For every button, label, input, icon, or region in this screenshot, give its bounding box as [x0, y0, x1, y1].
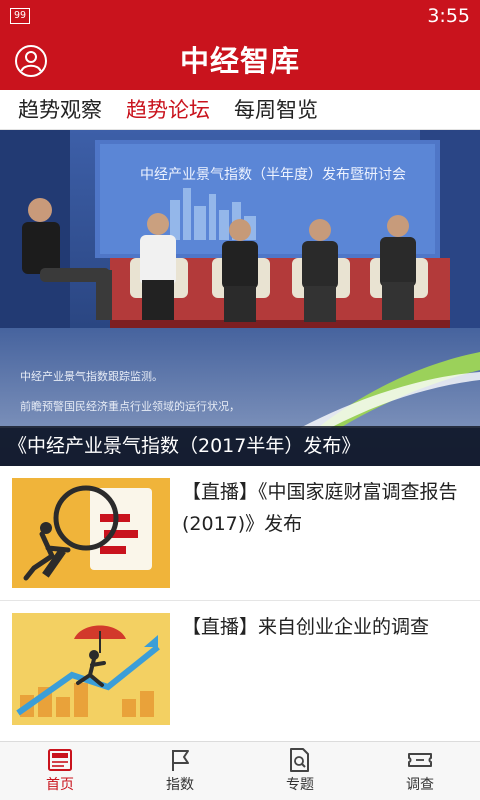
article-title: 【直播】《中国家庭财富调查报告(2017)》发布: [182, 481, 458, 535]
hero-banner[interactable]: 中经产业景气指数（半年度）发布暨研讨会 中经产业景气指数跟踪监测。 前瞻预警国民…: [0, 130, 480, 466]
nav-item-survey[interactable]: 调查: [360, 742, 480, 800]
nav-label: 首页: [46, 777, 74, 793]
nav-label: 专题: [286, 777, 314, 793]
nav-item-home[interactable]: 首页: [0, 742, 120, 800]
hero-caption: 《中经产业景气指数（2017半年）发布》: [0, 426, 480, 466]
app-title: 中经智库: [179, 44, 300, 78]
status-time: 3:55: [427, 5, 470, 27]
bottom-nav: 首页 指数 专题 调查: [0, 741, 480, 800]
app-header: 中经智库: [0, 32, 480, 90]
tab-bar: 趋势观察 趋势论坛 每周智览: [0, 90, 480, 130]
nav-label: 调查: [406, 777, 434, 793]
article-item-startup-survey[interactable]: 【直播】来自创业企业的调查: [0, 601, 480, 741]
hero-subtext-line2: 前瞻预警国民经济重点行业领域的运行状况，: [20, 400, 240, 413]
nav-label: 指数: [166, 777, 194, 793]
app-screen: 99 3:55 中经智库 趋势观察 趋势论坛 每周智览 中经产业景气指数（半年度…: [0, 0, 480, 800]
article-item-family-wealth[interactable]: 【直播】《中国家庭财富调查报告(2017)》发布: [0, 466, 480, 600]
document-search-icon: [287, 747, 313, 773]
hero-subtext-line1: 中经产业景气指数跟踪监测。: [20, 370, 163, 383]
tab-weekly-insight[interactable]: 每周智览: [234, 95, 318, 125]
nav-item-topics[interactable]: 专题: [240, 742, 360, 800]
tab-trend-forum[interactable]: 趋势论坛: [126, 95, 210, 125]
umbrella-growth-illustration: [12, 613, 170, 725]
notification-badge: 99: [10, 8, 31, 24]
magnifier-illustration: [12, 478, 170, 588]
hero-screen-title: 中经产业景气指数（半年度）发布暨研讨会: [140, 167, 406, 183]
status-bar: 99 3:55: [0, 0, 480, 32]
survey-ticket-icon: [407, 747, 433, 773]
flag-icon: [167, 747, 193, 773]
tab-trend-observation[interactable]: 趋势观察: [18, 95, 102, 125]
news-icon: [47, 747, 73, 773]
nav-item-index[interactable]: 指数: [120, 742, 240, 800]
article-title: 【直播】来自创业企业的调查: [182, 616, 430, 638]
